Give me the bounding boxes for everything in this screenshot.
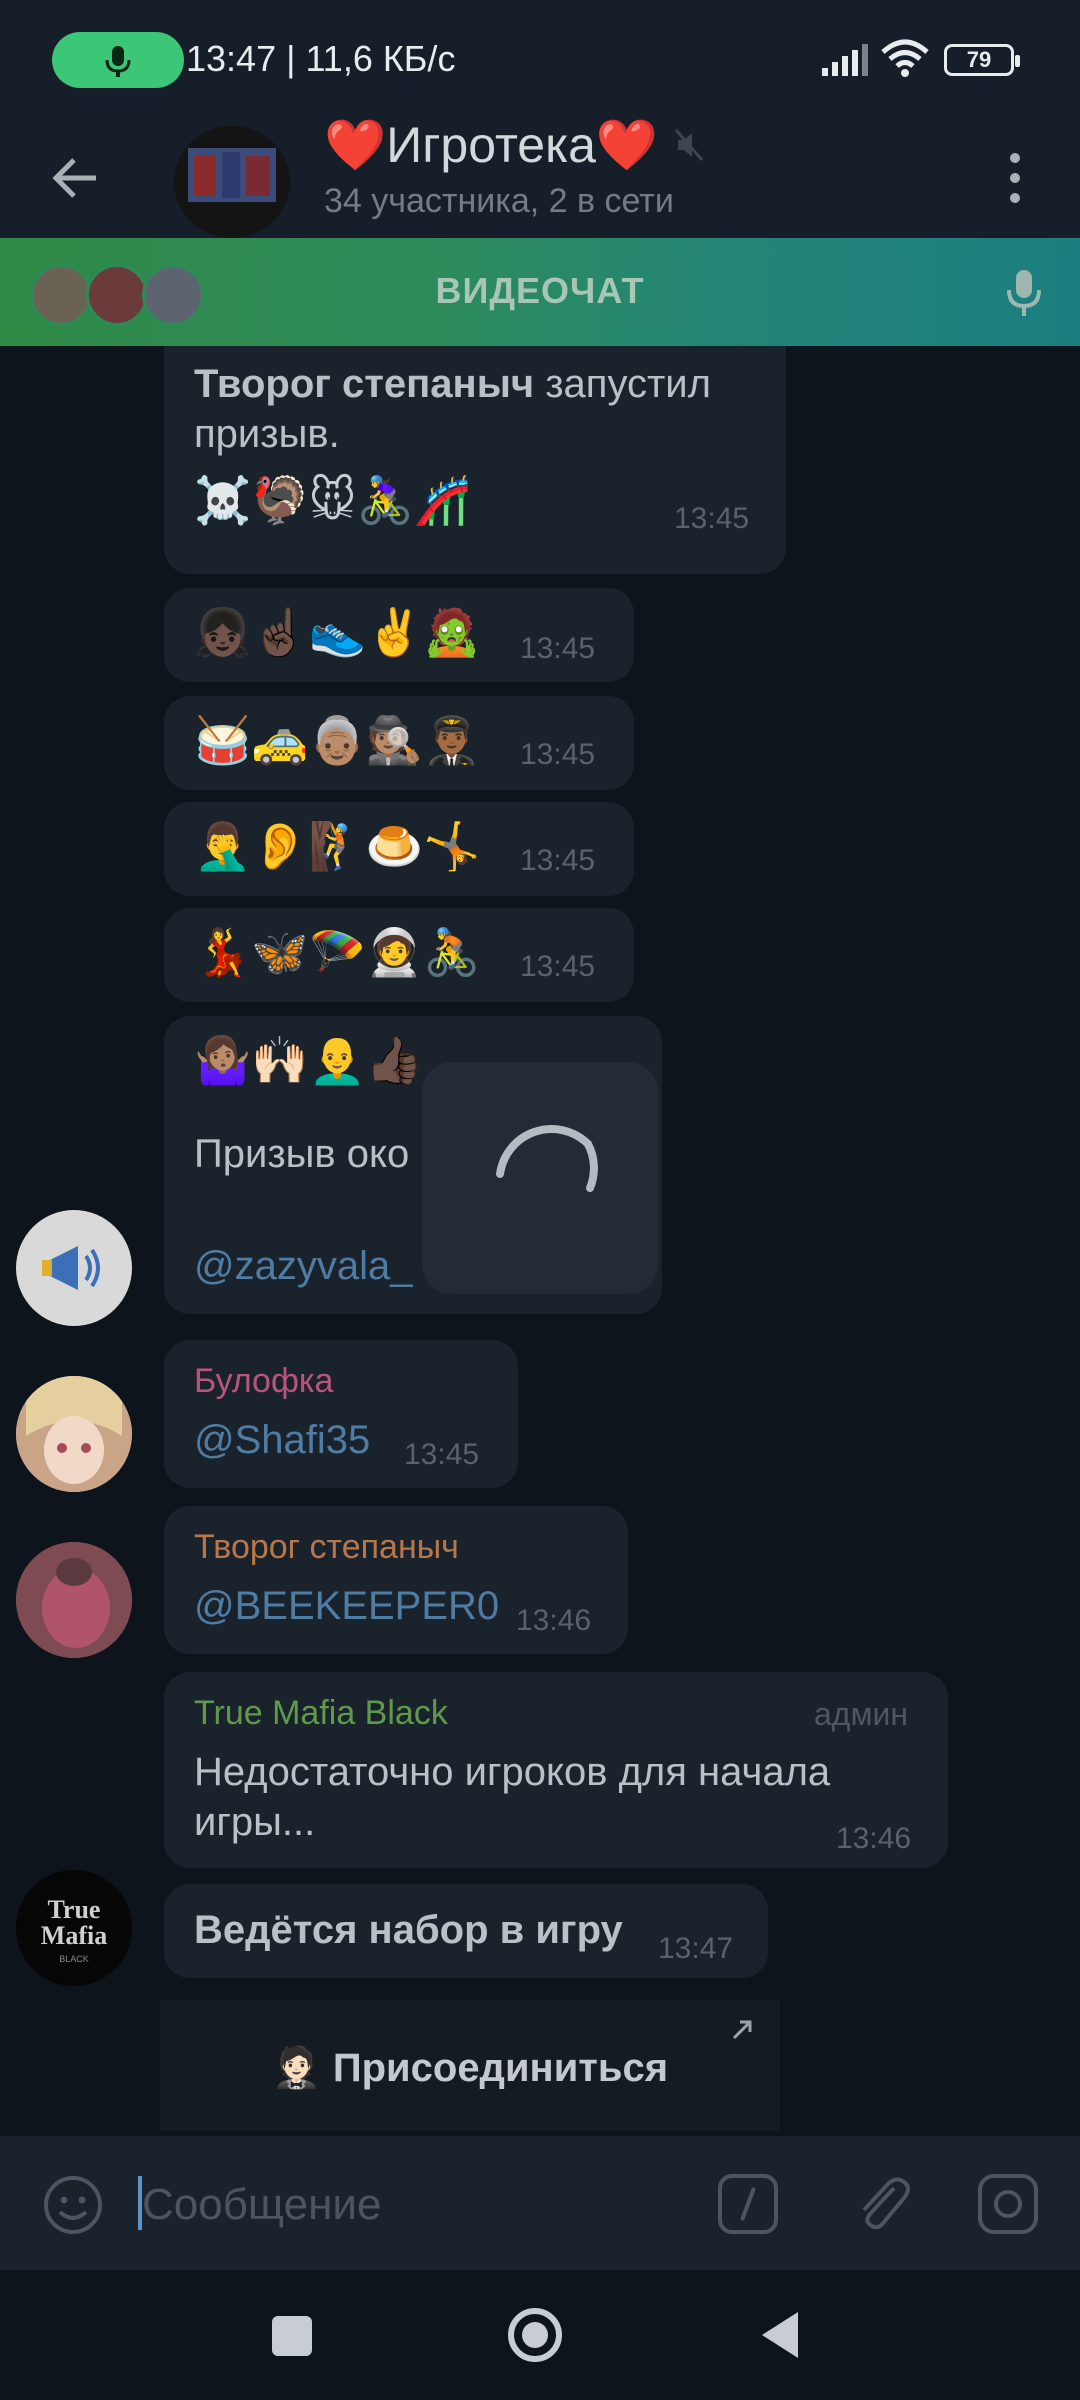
join-button-label: 🤵🏻 Присоединиться: [160, 2044, 780, 2091]
group-title[interactable]: ❤️Игротека❤️: [324, 116, 658, 175]
muted-icon: [674, 129, 704, 161]
group-members-status: 34 участника, 2 в сети: [324, 182, 674, 220]
videochat-label: ВИДЕОЧАТ: [435, 270, 645, 311]
message-text: Ведётся набор в игру: [194, 1908, 623, 1952]
message-text: Недостаточно игроков для начала: [194, 1750, 831, 1794]
blurred-avatar-image: [16, 1542, 132, 1658]
join-game-button[interactable]: 🤵🏻 Присоединиться: [160, 2000, 780, 2130]
message-emoji: 👧🏿☝🏿👟✌️🧟: [194, 606, 481, 658]
mention-link[interactable]: @Shafi35: [194, 1414, 370, 1466]
bot-commands-icon[interactable]: [716, 2172, 780, 2236]
camera-icon[interactable]: [976, 2172, 1040, 2236]
sender-name[interactable]: Творог степаныч: [194, 1528, 459, 1567]
battery-level: 79: [966, 47, 992, 72]
back-arrow-icon[interactable]: [48, 150, 104, 206]
message-bubble[interactable]: 🥁🚕👵🏽🕵🏽👨🏾‍✈️ 13:45: [164, 696, 634, 790]
anime-avatar-image: [16, 1376, 132, 1492]
sender-name[interactable]: True Mafia Black: [194, 1694, 448, 1733]
wifi-icon: [881, 39, 929, 77]
message-text-line2: призыв.: [194, 412, 340, 456]
message-emoji: 💃🦋🪂🧑‍🚀🚴: [194, 926, 481, 978]
loading-spinner: [422, 1062, 658, 1294]
announcer-avatar[interactable]: [16, 1210, 132, 1326]
system-navigation-bar: [0, 2270, 1080, 2400]
user-avatar-tvorog[interactable]: [16, 1542, 132, 1658]
message-input[interactable]: Сообщение: [142, 2180, 381, 2230]
join-label: Присоединиться: [332, 2046, 669, 2090]
spinner-icon: [496, 1125, 598, 1192]
time-and-speed: 13:47 | 11,6 КБ/с: [186, 38, 456, 79]
mention-link[interactable]: @zazyvala_: [194, 1240, 412, 1292]
message-text-part: запустил: [534, 362, 711, 406]
message-bubble[interactable]: 🤦‍♂️👂🧗🍮🤸 13:45: [164, 802, 634, 896]
more-options-icon[interactable]: [1000, 148, 1030, 208]
svg-text:BLACK: BLACK: [59, 1954, 89, 1964]
home-icon[interactable]: [506, 2306, 564, 2364]
message-text-line2: игры...: [194, 1800, 316, 1844]
message-bubble[interactable]: Творог степаныч @BEEKEEPER0 13:46: [164, 1506, 628, 1654]
mic-icon: [105, 46, 131, 77]
group-avatar[interactable]: [174, 126, 290, 238]
external-link-icon: [732, 2020, 752, 2040]
recents-icon[interactable]: [270, 2314, 314, 2358]
message-bubble[interactable]: True Mafia Black админ Недостаточно игро…: [164, 1672, 948, 1868]
mafia-logo: True Mafia BLACK: [16, 1870, 132, 1986]
message-bubble[interactable]: Творог степаныч запустил призыв. ☠️🦃🐭🚴‍♀…: [164, 346, 786, 574]
message-text: Творог степаныч запустил: [194, 358, 711, 410]
chat-header: ❤️Игротека❤️ 34 участника, 2 в сети: [0, 117, 1080, 240]
user-avatar-bulofka[interactable]: [16, 1376, 132, 1492]
group-avatar-image: [174, 126, 290, 238]
svg-text:True: True: [48, 1895, 101, 1924]
message-time: 13:45: [674, 502, 750, 535]
message-list[interactable]: Творог степаныч запустил призыв. ☠️🦃🐭🚴‍♀…: [0, 346, 1080, 2136]
message-time: 13:45: [404, 1438, 480, 1471]
mic-active-indicator[interactable]: [52, 32, 184, 88]
sender-name[interactable]: Булофка: [194, 1362, 333, 1401]
admin-badge: админ: [814, 1696, 909, 1732]
svg-text:Mafia: Mafia: [41, 1921, 107, 1950]
signal-icon: [822, 44, 868, 76]
message-time: 13:45: [520, 950, 596, 983]
message-bubble[interactable]: Ведётся набор в игру 13:47: [164, 1884, 768, 1978]
battery-icon: 79: [944, 44, 1020, 76]
videochat-mic-icon[interactable]: [1004, 268, 1044, 318]
message-input-bar: Сообщение: [0, 2136, 1080, 2270]
message-time: 13:45: [520, 632, 596, 665]
mention-link[interactable]: @BEEKEEPER0: [194, 1580, 499, 1632]
message-emoji: ☠️🦃🐭🚴‍♀️🎢: [194, 474, 472, 526]
message-time: 13:45: [520, 844, 596, 877]
status-bar: 13:47 | 11,6 КБ/с 79: [0, 0, 1080, 120]
videochat-bar[interactable]: ВИДЕОЧАТ: [0, 238, 1080, 346]
message-bold-name: Творог степаныч: [194, 362, 535, 406]
message-time: 13:46: [516, 1604, 592, 1637]
attach-icon[interactable]: [850, 2170, 914, 2236]
message-emoji: 🥁🚕👵🏽🕵🏽👨🏾‍✈️: [194, 714, 481, 766]
message-bubble[interactable]: Булофка @Shafi35 13:45: [164, 1340, 518, 1488]
emoji-icon[interactable]: [42, 2174, 104, 2236]
message-emoji: 🤷🏽‍♀️🙌🏻👨‍🦲👍🏿: [194, 1034, 424, 1086]
message-bubble[interactable]: 💃🦋🪂🧑‍🚀🚴 13:45: [164, 908, 634, 1002]
message-time: 13:47: [658, 1932, 734, 1965]
back-nav-icon[interactable]: [758, 2310, 802, 2360]
message-time: 13:45: [520, 738, 596, 771]
message-text: Призыв око: [194, 1132, 410, 1176]
message-bubble[interactable]: 👧🏿☝🏿👟✌️🧟 13:45: [164, 588, 634, 682]
message-emoji: 🤦‍♂️👂🧗🍮🤸: [194, 820, 481, 872]
mafia-bot-avatar[interactable]: True Mafia BLACK: [16, 1870, 132, 1986]
megaphone-icon: [42, 1246, 100, 1290]
message-time: 13:46: [836, 1822, 912, 1855]
join-icon: 🤵🏻: [271, 2046, 322, 2090]
